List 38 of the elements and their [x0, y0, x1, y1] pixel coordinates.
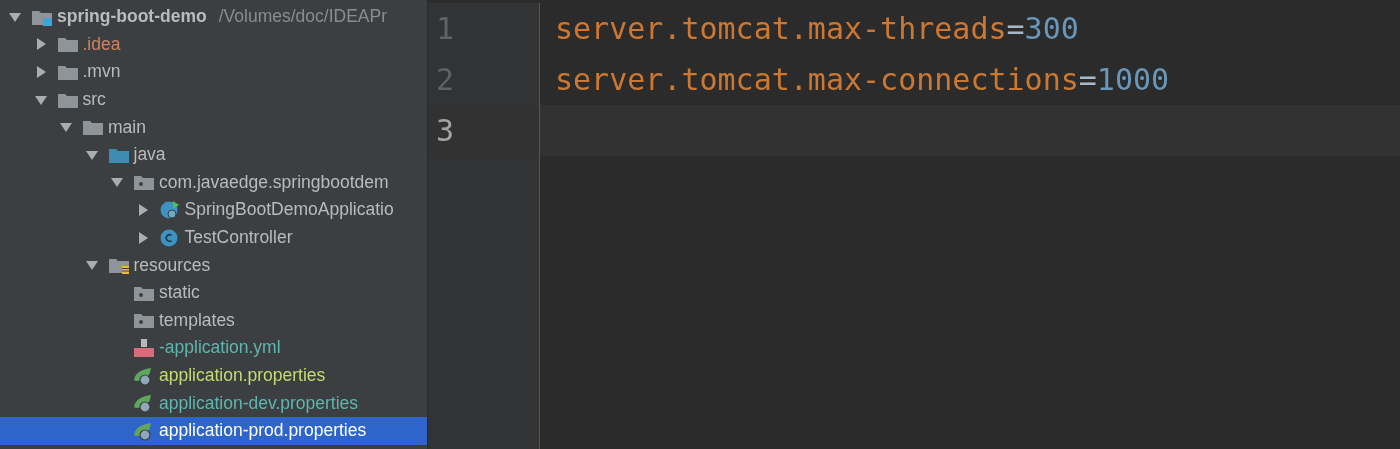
tree-item[interactable]: TestController [0, 223, 427, 252]
tree-item-label: SpringBootDemoApplicatio [184, 199, 394, 221]
tree-item-label: TestController [184, 227, 293, 249]
tree-item[interactable]: .mvn [0, 58, 427, 86]
selected-tree-item[interactable]: application-prod.properties [0, 416, 427, 445]
yml-file-icon [133, 337, 155, 358]
tree-item[interactable]: templates [0, 306, 427, 335]
line-number: 3 [435, 113, 455, 148]
tree-item-label: java [133, 144, 166, 166]
tree-item[interactable]: -application.yml [0, 334, 427, 362]
tree-item-label: com.javaedge.springbootdem [159, 171, 389, 193]
tree-item-label: spring-boot-demo [57, 6, 207, 28]
tree-item[interactable]: application.properties [0, 361, 427, 390]
tree-item[interactable]: com.javaedge.springbootdem [0, 168, 427, 197]
tree-item-label: application.properties [159, 365, 326, 386]
code-text: server.tomcat.max-threads=300 [554, 11, 1079, 46]
tree-item[interactable]: static [0, 278, 427, 307]
tree-item-label: application-dev.properties [159, 392, 359, 414]
project-path: /Volumes/doc/IDEAPr [218, 6, 387, 28]
tree-item[interactable]: .idea [0, 30, 427, 59]
tree-item[interactable]: spring-boot-demo /Volumes/doc/IDEAPr [0, 3, 427, 31]
tree-item-label: src [82, 89, 106, 111]
tree-item[interactable]: SpringBootDemoApplicatio [0, 196, 427, 224]
tree-item-label: resources [133, 254, 211, 276]
tree-item-label: main [108, 116, 146, 138]
tree-item[interactable]: resources [0, 251, 427, 279]
code-text: server.tomcat.max-connections=1000 [554, 62, 1170, 97]
tree-item-label: .idea [82, 33, 121, 55]
tree-item[interactable]: java [0, 140, 427, 169]
tree-item-label: .mvn [82, 61, 121, 83]
tree-item-label: application-prod.properties [159, 420, 367, 442]
tree-item-label: static [159, 282, 200, 304]
tree-item-label: -application.yml [159, 337, 281, 359]
tree-item[interactable]: src [0, 85, 427, 114]
tree-item[interactable]: application-dev.properties [0, 389, 427, 417]
tree-item[interactable]: main [0, 113, 427, 141]
tree-item-label: templates [159, 309, 235, 331]
spring-class-icon [158, 199, 181, 220]
